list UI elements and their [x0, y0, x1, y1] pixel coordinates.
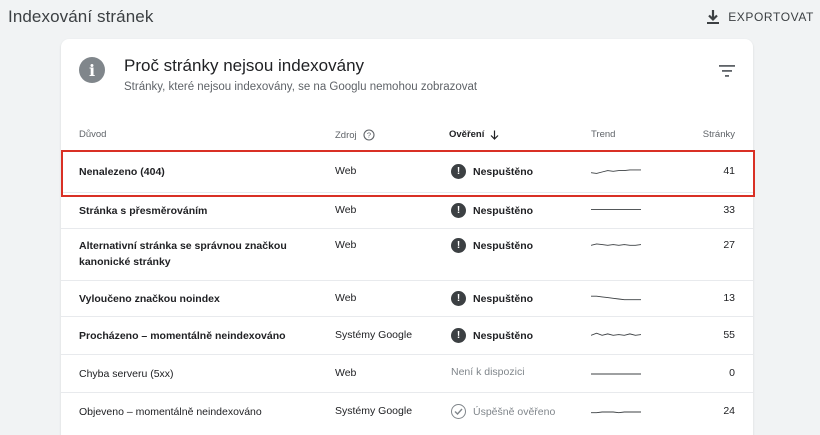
trend-sparkline — [591, 209, 641, 211]
reason-cell: Chyba serveru (5xx) — [79, 368, 174, 380]
verification-cell: ! Nespuštěno — [451, 164, 533, 179]
header-pages-label: Stránky — [702, 129, 735, 140]
verification-cell: ! Nespuštěno — [451, 328, 533, 343]
header-source-label: Zdroj — [335, 129, 357, 141]
verification-cell: Úspěšně ověřeno — [451, 404, 555, 419]
verification-cell: ! Nespuštěno — [451, 203, 533, 218]
trend-line — [591, 411, 641, 414]
header-trend: Trend — [591, 129, 615, 140]
header-verification[interactable]: Ověření — [449, 129, 499, 140]
source-cell: Web — [335, 204, 357, 216]
info-icon: i — [79, 57, 105, 83]
verification-cell: Není k dispozici — [451, 366, 525, 378]
reason-cell: Objeveno – momentálně neindexováno — [79, 406, 262, 418]
exclamation-icon: ! — [451, 238, 466, 253]
verification-label: Nespuštěno — [473, 239, 534, 252]
trend-sparkline — [591, 332, 641, 336]
trend-sparkline — [591, 411, 641, 414]
header-verification-label: Ověření — [449, 129, 485, 140]
check-circle-icon — [451, 404, 466, 419]
table-row[interactable]: Chyba serveru (5xx) Web Není k dispozici 0 — [61, 354, 753, 392]
trend-sparkline — [591, 373, 641, 375]
source-cell: Web — [335, 165, 357, 177]
page-title: Indexování stránek — [8, 7, 154, 26]
table-row[interactable]: Stránka s přesměrováním Web! Nespuštěno 33 — [61, 192, 753, 228]
pages-count: 24 — [723, 405, 735, 417]
trend-sparkline — [591, 169, 641, 174]
verification-cell: ! Nespuštěno — [451, 238, 533, 253]
pages-count: 0 — [729, 367, 735, 379]
filter-icon[interactable] — [719, 65, 735, 77]
reasons-table-body: Nenalezeno (404) Web! Nespuštěno 41 Stránka … — [61, 150, 753, 430]
source-cell: Systémy Google — [335, 329, 413, 341]
verification-cell: ! Nespuštěno — [451, 291, 533, 306]
verification-label: Nespuštěno — [473, 165, 534, 178]
trend-line — [591, 295, 641, 301]
reason-cell: Alternativní stránka se správnou značkou… — [79, 240, 287, 268]
source-cell: Web — [335, 239, 357, 251]
pages-count: 41 — [723, 165, 735, 177]
header-reason-label: Důvod — [79, 129, 107, 140]
table-row[interactable]: Nenalezeno (404) Web! Nespuštěno 41 — [61, 150, 753, 192]
reason-cell: Procházeno – momentálně neindexováno — [79, 330, 286, 342]
header-source[interactable]: Zdroj ? — [335, 129, 375, 141]
verification-label: Nespuštěno — [473, 292, 534, 305]
table-row[interactable]: Vyloučeno značkou noindex Web! Nespuštěno 1… — [61, 280, 753, 316]
svg-text:?: ? — [367, 131, 371, 140]
exclamation-icon: ! — [451, 328, 466, 343]
trend-line — [591, 169, 641, 174]
arrow-down-icon — [490, 130, 499, 140]
verification-label: Úspěšně ověřeno — [473, 405, 556, 418]
top-bar: Indexování stránek EXPORTOVAT — [0, 0, 820, 34]
verification-label: Není k dispozici — [451, 366, 525, 378]
verification-label: Nespuštěno — [473, 204, 534, 217]
reason-cell: Vyloučeno značkou noindex — [79, 293, 220, 305]
help-icon[interactable]: ? — [363, 129, 375, 141]
card-subtitle: Stránky, které nejsou indexovány, se na … — [124, 81, 478, 93]
reason-cell: Nenalezeno (404) — [79, 166, 165, 178]
table-row[interactable]: Objeveno – momentálně neindexováno Systém… — [61, 392, 753, 430]
source-cell: Web — [335, 367, 357, 379]
exclamation-icon: ! — [451, 291, 466, 306]
card-title: Proč stránky nejsou indexovány — [124, 56, 365, 75]
pages-count: 13 — [723, 292, 735, 304]
pages-count: 55 — [723, 329, 735, 341]
header-reason[interactable]: Důvod — [79, 129, 106, 140]
header-trend-label: Trend — [591, 129, 616, 140]
card-header: i Proč stránky nejsou indexovány Stránky… — [61, 39, 753, 149]
trend-sparkline — [591, 295, 641, 301]
verification-label: Nespuštěno — [473, 329, 534, 342]
source-cell: Systémy Google — [335, 405, 413, 417]
trend-sparkline — [591, 243, 641, 246]
download-icon — [707, 10, 720, 24]
exclamation-icon: ! — [451, 203, 466, 218]
trend-line — [591, 332, 641, 336]
export-button[interactable]: EXPORTOVAT — [706, 9, 814, 25]
pages-count: 27 — [723, 239, 735, 251]
reasons-card: i Proč stránky nejsou indexovány Stránky… — [61, 39, 753, 435]
pages-count: 33 — [723, 204, 735, 216]
table-row[interactable]: Procházeno – momentálně neindexováno Syst… — [61, 316, 753, 354]
export-label: EXPORTOVAT — [728, 10, 814, 24]
reason-cell: Stránka s přesměrováním — [79, 205, 208, 217]
table-row[interactable]: Alternativní stránka se správnou značkou… — [61, 228, 753, 280]
trend-line — [591, 243, 641, 246]
exclamation-icon: ! — [451, 164, 466, 179]
header-pages[interactable]: Stránky — [703, 129, 735, 140]
source-cell: Web — [335, 292, 357, 304]
